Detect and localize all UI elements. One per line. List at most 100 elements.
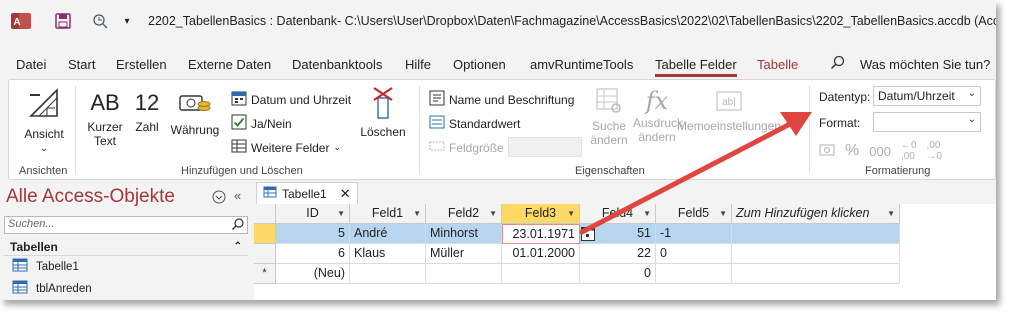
cell-feld1[interactable]: Klaus	[350, 244, 426, 264]
kurzer-text-label: Kurzer Text	[87, 120, 123, 148]
nav-item-tabelle1[interactable]: Tabelle1	[12, 258, 79, 275]
format-select[interactable]: ⌄	[873, 112, 981, 132]
more-fields-icon	[231, 138, 247, 157]
table-icon	[263, 186, 277, 201]
group-separator	[419, 86, 420, 174]
zahl-label: Zahl	[135, 120, 159, 134]
ribbon-tabs: Datei Start Erstellen Externe Daten Date…	[0, 52, 996, 77]
tab-optionen[interactable]: Optionen	[453, 57, 506, 72]
record-selector[interactable]	[254, 244, 276, 264]
cell-add[interactable]	[732, 244, 900, 264]
waehrung-button[interactable]: Währung	[169, 90, 221, 137]
cell-feld3-editing[interactable]: 23.01.1971	[502, 224, 580, 244]
nav-menu-chevron-icon[interactable]	[212, 190, 226, 207]
zahl-button[interactable]: 12 Zahl	[133, 90, 161, 134]
touch-mode-icon[interactable]	[90, 11, 110, 31]
cell-feld2[interactable]: Minhorst	[426, 224, 502, 244]
cell-id[interactable]: 6	[276, 244, 350, 264]
memo-label: Memoeinstellungen	[676, 119, 782, 133]
cell-feld5[interactable]: -1	[656, 224, 732, 244]
cell-feld4[interactable]: 0	[580, 264, 656, 284]
datentyp-label: Datentyp:	[819, 90, 871, 104]
suche-aendern-button: Suche ändern	[587, 86, 631, 147]
cell-feld3[interactable]	[502, 264, 580, 284]
chevron-down-icon: ⌄	[967, 88, 976, 99]
tab-amvruntimetools[interactable]: amvRuntimeTools	[530, 57, 633, 72]
cell-feld4[interactable]: 22	[580, 244, 656, 264]
suche-aendern-label: Suche ändern	[590, 119, 628, 147]
cell-feld5[interactable]: 0	[656, 244, 732, 264]
doc-tab-label: Tabelle1	[282, 186, 327, 201]
kurzer-text-button[interactable]: AB Kurzer Text	[85, 90, 125, 148]
dropdown-arrow-icon: ▼	[887, 209, 895, 218]
standardwert-button[interactable]: Standardwert	[429, 114, 520, 133]
tab-hilfe[interactable]: Hilfe	[405, 57, 431, 72]
weitere-felder-button[interactable]: Weitere Felder ⌄	[231, 138, 341, 157]
nav-item-label: tblAnreden	[36, 282, 92, 295]
tab-datei[interactable]: Datei	[16, 57, 46, 72]
cell-feld2[interactable]	[426, 264, 502, 284]
cell-feld3[interactable]: 01.01.2000	[502, 244, 580, 264]
thousands-separator-icon: 000	[869, 143, 891, 159]
name-beschriftung-button[interactable]: Name und Beschriftung	[429, 90, 574, 109]
record-selector[interactable]	[254, 224, 276, 244]
collapse-icon: ⌃	[233, 241, 242, 252]
select-all-corner[interactable]	[254, 204, 276, 224]
group-ansichten-label: Ansichten	[19, 165, 68, 177]
column-header-feld5[interactable]: Feld5 ▼	[656, 204, 732, 224]
cell-feld2[interactable]: Müller	[426, 244, 502, 264]
search-icon[interactable]	[231, 217, 245, 234]
cell-feld5[interactable]	[656, 264, 732, 284]
tab-erstellen[interactable]: Erstellen	[116, 57, 167, 72]
checkbox-icon	[231, 114, 247, 133]
cell-add[interactable]	[732, 224, 900, 244]
tab-datenbanktools[interactable]: Datenbanktools	[292, 57, 382, 72]
currency-icon	[178, 90, 212, 119]
nav-item-tblanreden[interactable]: tblAnreden	[12, 280, 92, 297]
close-icon[interactable]: ✕	[340, 186, 351, 202]
dropdown-arrow-icon: ▼	[643, 209, 651, 218]
tab-tabelle-felder[interactable]: Tabelle Felder	[655, 57, 737, 77]
group-separator	[809, 86, 810, 174]
save-icon[interactable]	[54, 11, 72, 31]
chevron-down-icon: ⌄	[967, 114, 976, 125]
tab-start[interactable]: Start	[68, 57, 95, 72]
tell-me-input[interactable]: Was möchten Sie tun?	[860, 57, 990, 72]
datentyp-select[interactable]: Datum/Uhrzeit ⌄	[873, 86, 981, 106]
loeschen-button[interactable]: Löschen	[359, 86, 407, 139]
access-logo-icon: A	[10, 11, 32, 31]
feldgroesse-input	[508, 137, 582, 157]
calendar-icon	[231, 90, 247, 109]
column-header-add[interactable]: Zum Hinzufügen klicken ▼	[732, 204, 900, 224]
cell-id[interactable]: 5	[276, 224, 350, 244]
nav-section-tabellen[interactable]: Tabellen ⌃	[4, 238, 248, 256]
shutter-bar-icon[interactable]: «	[234, 188, 241, 203]
nav-search-input[interactable]: Suchen...	[4, 216, 248, 234]
column-header-id[interactable]: ID ▼	[276, 204, 350, 224]
new-record-marker[interactable]: *	[254, 264, 276, 284]
qat-dropdown-icon[interactable]: ▾	[120, 11, 134, 31]
datum-uhrzeit-button[interactable]: Datum und Uhrzeit	[231, 90, 351, 109]
column-header-feld3[interactable]: Feld3 ▼	[502, 204, 580, 224]
cell-add[interactable]	[732, 264, 900, 284]
format-label: Format:	[819, 116, 861, 130]
column-header-feld2[interactable]: Feld2 ▼	[426, 204, 502, 224]
datasheet: ID ▼ Feld1 ▼ Feld2 ▼ Feld3 ▼ Feld4 ▼ Feld5 ▼ Z…	[254, 204, 996, 300]
nav-title[interactable]: Alle Access-Objekte	[6, 186, 175, 208]
column-header-feld1[interactable]: Feld1 ▼	[350, 204, 426, 224]
cell-feld1[interactable]	[350, 264, 426, 284]
group-formatierung-label: Formatierung	[865, 165, 931, 177]
tab-tabelle1[interactable]: Tabelle1 ✕	[256, 182, 358, 206]
ansicht-button[interactable]: Ansicht ⌄	[19, 86, 69, 155]
tab-externe-daten[interactable]: Externe Daten	[188, 57, 271, 72]
ja-nein-button[interactable]: Ja/Nein	[231, 114, 292, 133]
document-tab-bar: Tabelle1 ✕	[254, 182, 996, 206]
format-buttons: % 000 ←0,00 ,00 →0	[819, 140, 942, 162]
cell-id[interactable]: (Neu)	[276, 264, 350, 284]
cell-feld1[interactable]: André	[350, 224, 426, 244]
currency-format-icon	[819, 143, 835, 160]
column-header-feld4[interactable]: Feld4 ▼	[580, 204, 656, 224]
tab-tabelle[interactable]: Tabelle	[757, 57, 798, 72]
svg-text:A: A	[13, 17, 20, 28]
date-picker-icon[interactable]	[581, 227, 595, 244]
